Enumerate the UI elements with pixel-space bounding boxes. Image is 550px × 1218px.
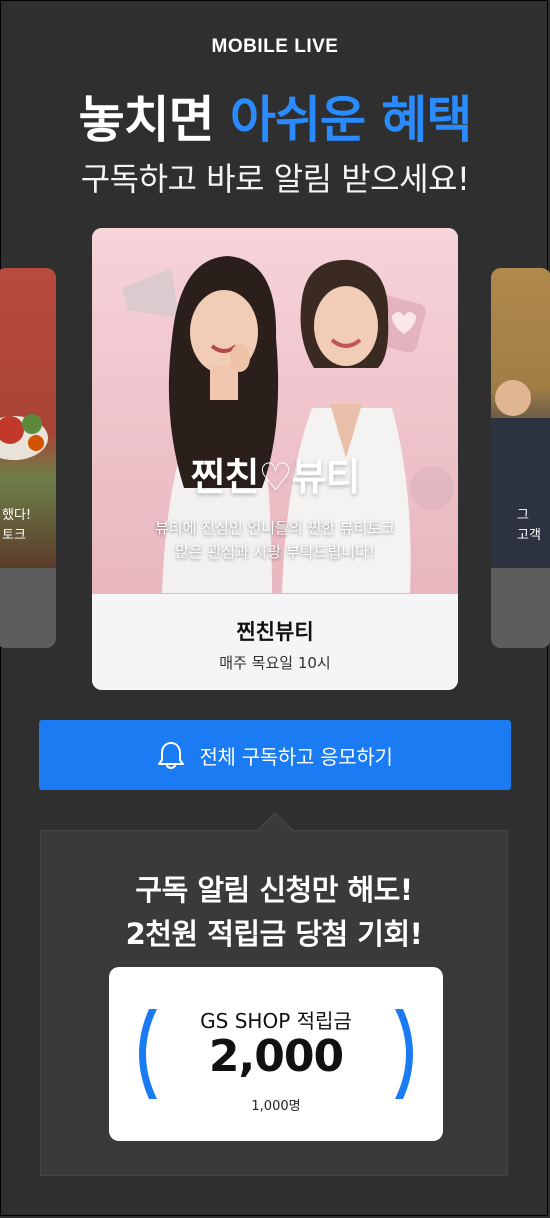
card-caption-line1: 했다! — [2, 508, 32, 523]
prize-winner-count: 1,000명 — [251, 1099, 301, 1114]
headline-part1: 놓치면 — [78, 91, 215, 149]
description-line2: 많은 관심과 사랑 부탁드립니다! — [175, 543, 375, 561]
card-footer — [0, 568, 56, 648]
carousel-card-next[interactable]: 그 고객 — [491, 268, 550, 648]
show-title: 찐친뷰티 — [236, 620, 314, 644]
promo-box: 구독 알림 신청만 해도! 2천원 적립금 당첨 기회! GS SHOP 적립금… — [40, 830, 508, 1176]
show-description: 뷰티에 진심인 언니들의 찐한 뷰티토크 많은 관심과 사랑 부탁드립니다! — [92, 516, 458, 564]
card-footer: 찐친뷰티 매주 목요일 10시 — [92, 594, 458, 690]
prize-amount: 2,000 — [208, 1031, 344, 1082]
promo-line1: 구독 알림 신청만 해도! — [135, 873, 413, 907]
brand-logo: MOBILE LIVE — [211, 36, 339, 57]
carousel-card-prev[interactable]: 했다! 토크 — [0, 268, 56, 648]
description-line1: 뷰티에 진심인 언니들의 찐한 뷰티토크 — [155, 519, 395, 537]
card-footer — [491, 568, 550, 648]
prize-label: GS SHOP 적립금 — [200, 1009, 352, 1033]
card-caption-line2: 고객 — [517, 528, 541, 543]
headline-part2: 아쉬운 혜택 — [230, 91, 472, 149]
carousel-card-current[interactable]: 찐친♡뷰티 뷰티에 진심인 언니들의 찐한 뷰티토크 많은 관심과 사랑 부탁드… — [92, 228, 458, 690]
bell-icon — [158, 742, 185, 769]
page-subheadline: 구독하고 바로 알림 받으세요! — [80, 160, 470, 198]
show-schedule: 매주 목요일 10시 — [219, 654, 331, 672]
promo-line2: 2천원 적립금 당첨 기회! — [125, 917, 423, 951]
promo-pointer-fill — [257, 814, 293, 832]
show-logo: 찐친♡뷰티 — [190, 455, 361, 499]
subscribe-button-label: 전체 구독하고 응모하기 — [199, 744, 393, 769]
show-thumbnail: 찐친♡뷰티 뷰티에 진심인 언니들의 찐한 뷰티토크 많은 관심과 사랑 부탁드… — [92, 228, 458, 594]
prize-card: GS SHOP 적립금 2,000 1,000명 — [109, 967, 443, 1141]
subscribe-all-button[interactable]: 전체 구독하고 응모하기 — [39, 720, 511, 790]
card-caption-line2: 토크 — [2, 528, 26, 543]
page-headline: 놓치면 아쉬운 혜택 — [0, 80, 550, 152]
card-caption-line1: 그 — [517, 508, 529, 523]
